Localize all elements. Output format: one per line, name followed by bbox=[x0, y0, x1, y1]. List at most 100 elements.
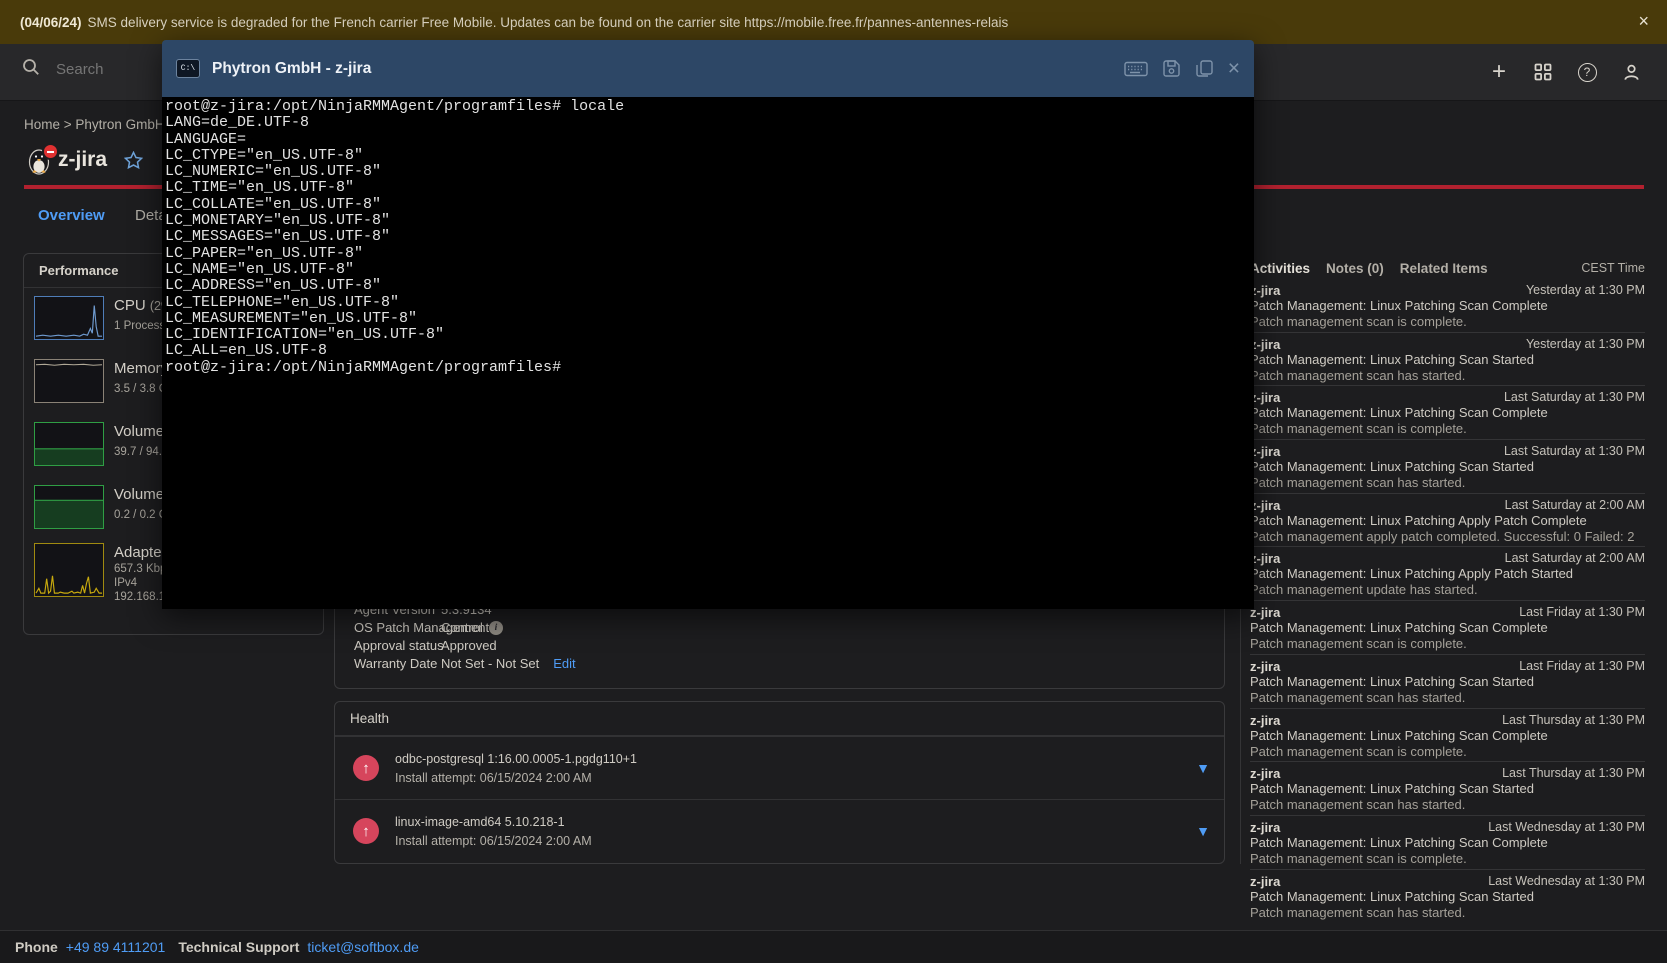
copy-icon[interactable] bbox=[1195, 59, 1214, 78]
banner-message: SMS delivery service is degraded for the… bbox=[88, 15, 1009, 30]
activity-title: Patch Management: Linux Patching Apply P… bbox=[1250, 566, 1645, 582]
warranty-edit-link[interactable]: Edit bbox=[553, 656, 575, 671]
health-list: ↑ odbc-postgresql 1:16.00.0005-1.pgdg110… bbox=[335, 736, 1224, 862]
volume1-label: Volume bbox=[114, 423, 164, 440]
activity-title: Patch Management: Linux Patching Scan St… bbox=[1250, 674, 1645, 690]
health-install-attempt: Install attempt: 06/15/2024 2:00 AM bbox=[395, 771, 637, 785]
activity-timestamp: Yesterday at 1:30 PM bbox=[1526, 283, 1645, 298]
virtual-keyboard-icon[interactable] bbox=[1124, 60, 1148, 78]
activity-title: Patch Management: Linux Patching Scan Co… bbox=[1250, 728, 1645, 744]
activity-entry: z-jira Last Thursday at 1:30 PM Patch Ma… bbox=[1250, 708, 1645, 762]
tab-overview[interactable]: Overview bbox=[38, 207, 105, 224]
update-arrow-icon: ↑ bbox=[353, 755, 379, 781]
activity-device-name[interactable]: z-jira bbox=[1250, 498, 1280, 513]
footer-support-label: Technical Support bbox=[178, 939, 299, 955]
activity-description: Patch management scan is complete. bbox=[1250, 636, 1645, 652]
chevron-down-icon[interactable]: ▼ bbox=[1196, 823, 1210, 839]
activity-entry: z-jira Last Wednesday at 1:30 PM Patch M… bbox=[1250, 869, 1645, 923]
activity-title: Patch Management: Linux Patching Scan St… bbox=[1250, 459, 1645, 475]
activity-title: Patch Management: Linux Patching Scan Co… bbox=[1250, 835, 1645, 851]
save-session-icon[interactable] bbox=[1162, 59, 1181, 78]
activity-device-name[interactable]: z-jira bbox=[1250, 874, 1280, 889]
activity-entry: z-jira Last Friday at 1:30 PM Patch Mana… bbox=[1250, 600, 1645, 654]
health-package-name: linux-image-amd64 5.10.218-1 bbox=[395, 815, 592, 829]
activity-device-name[interactable]: z-jira bbox=[1250, 390, 1280, 405]
banner-date: (04/06/24) bbox=[20, 15, 82, 30]
terminal-line: LC_PAPER="en_US.UTF-8" bbox=[165, 246, 1254, 262]
search-icon bbox=[22, 58, 40, 81]
terminal-line: LC_CTYPE="en_US.UTF-8" bbox=[165, 148, 1254, 164]
activity-entry: z-jira Last Wednesday at 1:30 PM Patch M… bbox=[1250, 815, 1645, 869]
terminal-modal: C:\ Phytron GmbH - z-jira × root@z-jira:… bbox=[162, 40, 1254, 609]
activity-device-name[interactable]: z-jira bbox=[1250, 283, 1280, 298]
cpu-sparkline-chart bbox=[34, 296, 104, 340]
activity-device-name[interactable]: z-jira bbox=[1250, 766, 1280, 781]
activity-title: Patch Management: Linux Patching Scan St… bbox=[1250, 781, 1645, 797]
add-icon[interactable]: + bbox=[1487, 60, 1511, 84]
volume2-usage-chart bbox=[34, 485, 104, 529]
favorite-star-icon[interactable] bbox=[124, 151, 143, 174]
chevron-down-icon[interactable]: ▼ bbox=[1196, 760, 1210, 776]
activity-device-name[interactable]: z-jira bbox=[1250, 820, 1280, 835]
activity-timestamp: Last Thursday at 1:30 PM bbox=[1502, 766, 1645, 781]
adapter-traffic-chart bbox=[34, 543, 104, 597]
activities-tabs: Activities Notes (0) Related Items CEST … bbox=[1250, 261, 1645, 276]
activity-timestamp: Last Friday at 1:30 PM bbox=[1519, 605, 1645, 620]
activity-description: Patch management apply patch completed. … bbox=[1250, 529, 1645, 545]
terminal-line: LC_COLLATE="en_US.UTF-8" bbox=[165, 197, 1254, 213]
activity-description: Patch management scan is complete. bbox=[1250, 851, 1645, 867]
terminal-icon: C:\ bbox=[176, 59, 200, 78]
activity-device-name[interactable]: z-jira bbox=[1250, 659, 1280, 674]
apps-grid-icon[interactable] bbox=[1531, 60, 1555, 84]
tab-activities[interactable]: Activities bbox=[1250, 261, 1310, 276]
footer-phone-number[interactable]: +49 89 4111201 bbox=[66, 939, 166, 955]
activity-entry: z-jira Last Saturday at 1:30 PM Patch Ma… bbox=[1250, 439, 1645, 493]
activity-device-name[interactable]: z-jira bbox=[1250, 444, 1280, 459]
activity-description: Patch management scan has started. bbox=[1250, 368, 1645, 384]
terminal-line: LC_MEASUREMENT="en_US.UTF-8" bbox=[165, 311, 1254, 327]
terminal-output[interactable]: root@z-jira:/opt/NinjaRMMAgent/programfi… bbox=[162, 97, 1254, 609]
terminal-close-icon[interactable]: × bbox=[1228, 59, 1240, 79]
approval-status-label: Approval status bbox=[354, 638, 444, 653]
activity-description: Patch management scan is complete. bbox=[1250, 421, 1645, 437]
terminal-line: LC_NAME="en_US.UTF-8" bbox=[165, 262, 1254, 278]
activity-entry: z-jira Last Saturday at 1:30 PM Patch Ma… bbox=[1250, 385, 1645, 439]
activity-timestamp: Last Friday at 1:30 PM bbox=[1519, 659, 1645, 674]
device-name-title: z-jira bbox=[58, 148, 107, 172]
activity-list: z-jira Yesterday at 1:30 PM Patch Manage… bbox=[1250, 279, 1645, 922]
terminal-line: root@z-jira:/opt/NinjaRMMAgent/programfi… bbox=[165, 99, 1254, 115]
terminal-line: LC_MESSAGES="en_US.UTF-8" bbox=[165, 229, 1254, 245]
footer-phone-label: Phone bbox=[15, 939, 58, 955]
activity-device-name[interactable]: z-jira bbox=[1250, 551, 1280, 566]
tab-related-items[interactable]: Related Items bbox=[1400, 261, 1488, 276]
tab-notes[interactable]: Notes (0) bbox=[1326, 261, 1384, 276]
footer-support-email[interactable]: ticket@softbox.de bbox=[307, 939, 419, 955]
volume1-sub-label: 39.7 / 94. bbox=[114, 446, 164, 458]
activity-description: Patch management scan has started. bbox=[1250, 905, 1645, 921]
health-package-name: odbc-postgresql 1:16.00.0005-1.pgdg110+1 bbox=[395, 752, 637, 766]
activity-device-name[interactable]: z-jira bbox=[1250, 713, 1280, 728]
terminal-line: LC_IDENTIFICATION="en_US.UTF-8" bbox=[165, 327, 1254, 343]
banner-close-icon[interactable]: × bbox=[1638, 10, 1649, 32]
activity-description: Patch management scan is complete. bbox=[1250, 314, 1645, 330]
help-icon[interactable]: ? bbox=[1575, 60, 1599, 84]
health-row[interactable]: ↑ odbc-postgresql 1:16.00.0005-1.pgdg110… bbox=[335, 736, 1224, 799]
warranty-date-value: Not Set - Not Set bbox=[441, 656, 539, 671]
activity-device-name[interactable]: z-jira bbox=[1250, 337, 1280, 352]
health-install-attempt: Install attempt: 06/15/2024 2:00 AM bbox=[395, 834, 592, 848]
info-icon[interactable]: i bbox=[489, 621, 503, 635]
breadcrumb[interactable]: Home > Phytron GmbH bbox=[24, 117, 165, 132]
offline-status-badge bbox=[42, 143, 59, 160]
terminal-modal-header[interactable]: C:\ Phytron GmbH - z-jira × bbox=[162, 40, 1254, 97]
memory-sparkline-chart bbox=[34, 359, 104, 403]
terminal-line: LC_ADDRESS="en_US.UTF-8" bbox=[165, 278, 1254, 294]
activity-device-name[interactable]: z-jira bbox=[1250, 605, 1280, 620]
user-profile-icon[interactable] bbox=[1619, 60, 1643, 84]
health-row[interactable]: ↑ linux-image-amd64 5.10.218-1 Install a… bbox=[335, 799, 1224, 862]
activity-title: Patch Management: Linux Patching Apply P… bbox=[1250, 513, 1645, 529]
approval-status-value: Approved bbox=[441, 638, 497, 653]
alert-banner: (04/06/24) SMS delivery service is degra… bbox=[0, 0, 1667, 44]
activity-timestamp: Yesterday at 1:30 PM bbox=[1526, 337, 1645, 352]
activity-title: Patch Management: Linux Patching Scan St… bbox=[1250, 889, 1645, 905]
nav-icons: + ? bbox=[1487, 56, 1643, 88]
